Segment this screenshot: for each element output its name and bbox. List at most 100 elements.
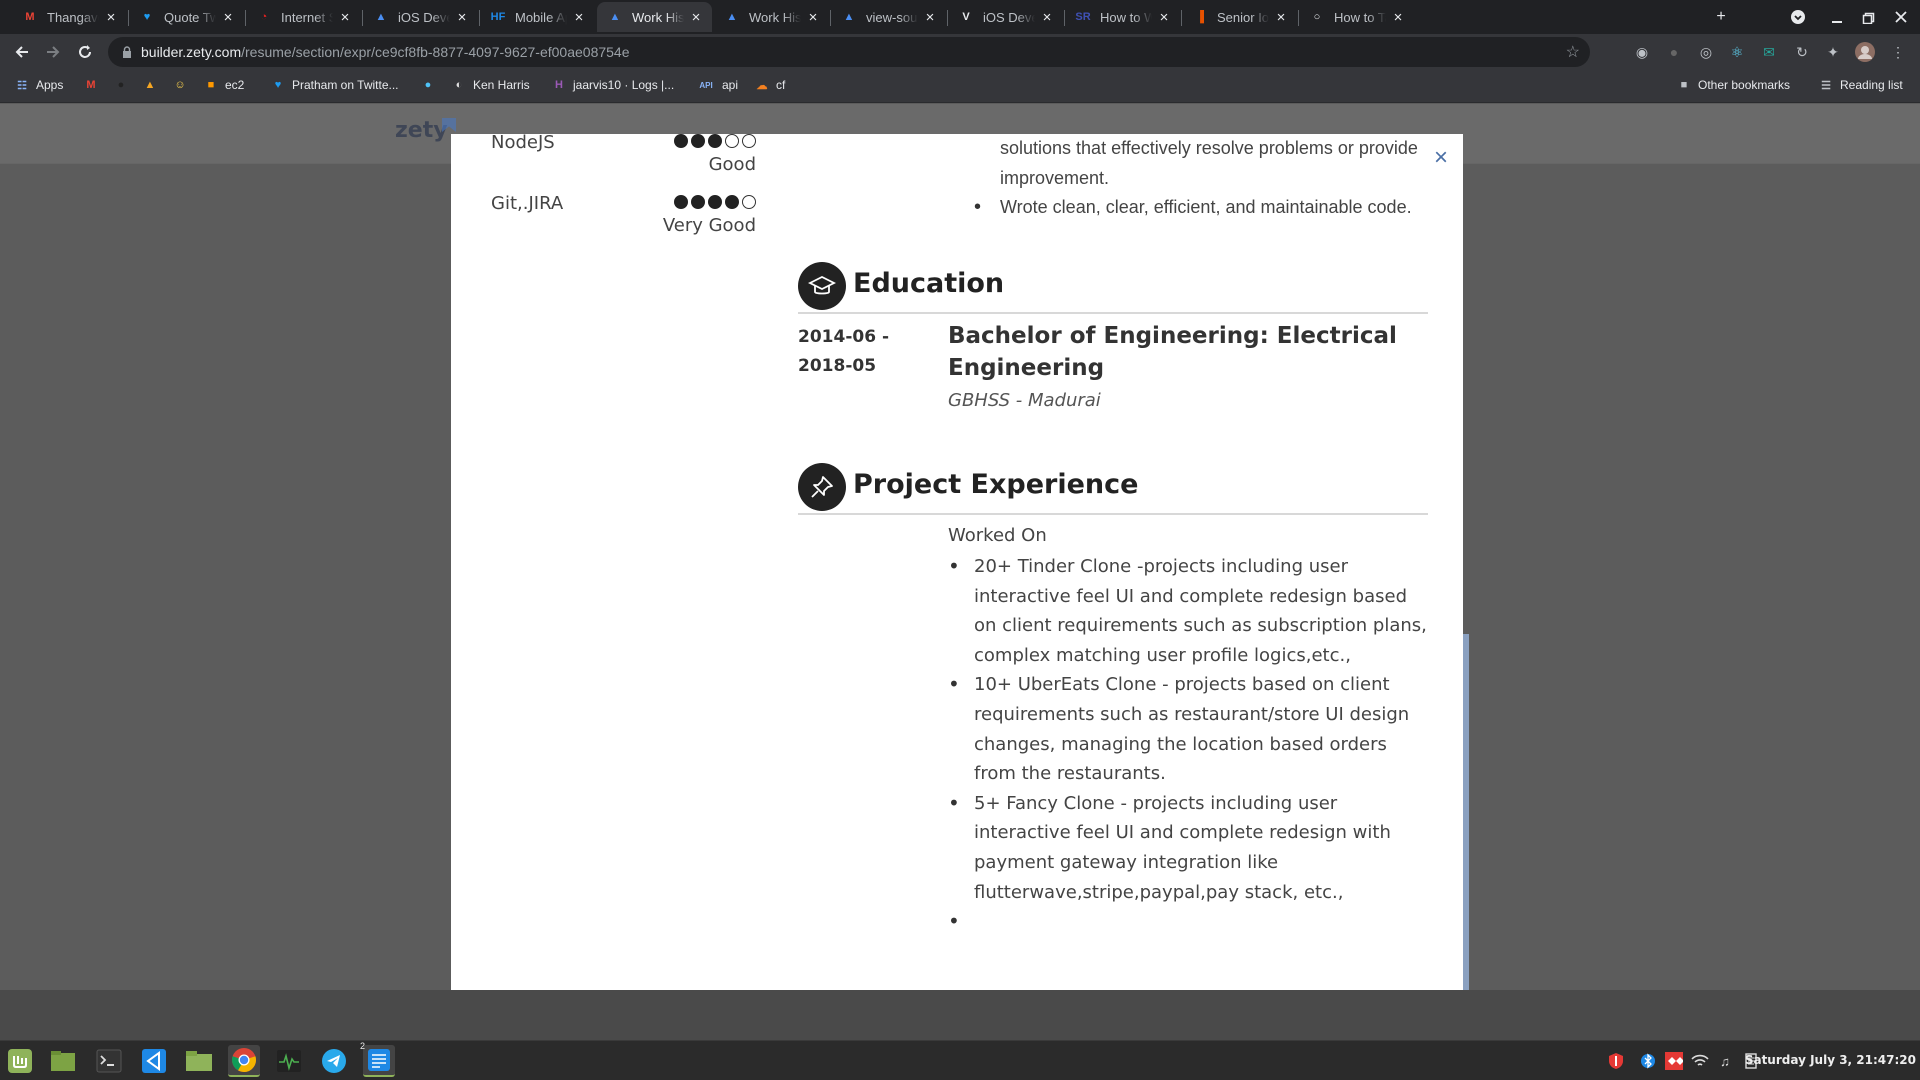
extension-circle-icon[interactable]: ◉ [1632, 42, 1652, 62]
work-bullet-continuation: solutions that effectively resolve probl… [1000, 138, 1418, 188]
new-tab-button[interactable]: + [1709, 5, 1733, 29]
zety-logo-mark [442, 118, 456, 132]
forward-icon[interactable] [40, 39, 66, 65]
project-item: 10+ UberEats Clone - projects based on c… [948, 670, 1428, 788]
minimize-icon[interactable] [1825, 5, 1849, 29]
lock-icon[interactable] [120, 45, 134, 59]
browser-menu-icon[interactable]: ⋮ [1888, 42, 1908, 62]
system-monitor-icon[interactable] [273, 1045, 305, 1077]
tab-close-icon[interactable]: × [1039, 9, 1055, 26]
tab-close-icon[interactable]: × [220, 9, 236, 26]
v-icon: V [962, 11, 970, 23]
bookmark-item[interactable]: ☁ cf [754, 77, 786, 93]
browser-tab[interactable]: M Thangavel | F× [12, 2, 127, 32]
scrollbar-thumb[interactable] [1463, 634, 1469, 994]
rating-dot-filled [725, 195, 739, 209]
section-title: Education [853, 268, 1005, 299]
cloudflare-icon: ☁ [756, 79, 768, 92]
wifi-icon[interactable] [1691, 1052, 1709, 1070]
clock[interactable]: Saturday July 3, 21:47:20 [1745, 1053, 1916, 1067]
extension-dark-icon[interactable]: ● [1664, 42, 1684, 62]
bookmark-item[interactable]: ■ ec2 [203, 77, 245, 93]
bookmark-item[interactable]: ◐ Ken Harris [451, 77, 530, 93]
browser-tab[interactable]: ▲ Work History× [597, 2, 712, 32]
browser-tab[interactable]: SR How to Write× [1065, 2, 1180, 32]
address-bar[interactable]: builder.zety.com/resume/section/expr/ce9… [108, 37, 1590, 67]
tab-close-icon[interactable]: × [805, 9, 821, 26]
browser-tab[interactable]: ViOS Develope× [948, 2, 1063, 32]
back-icon[interactable] [9, 39, 35, 65]
mint-menu-icon[interactable] [4, 1045, 36, 1077]
tab-close-icon[interactable]: × [571, 9, 587, 26]
chrome-icon[interactable] [228, 1045, 260, 1077]
zety-icon: ▲ [375, 11, 387, 23]
restore-icon[interactable] [1857, 5, 1881, 29]
extensions-puzzle-icon[interactable]: ✦ [1823, 42, 1843, 62]
shield-icon[interactable] [1607, 1052, 1625, 1070]
education-date-end: 2018-05 [798, 356, 877, 376]
tab-close-icon[interactable]: × [337, 9, 353, 26]
twitter-icon: ♥ [274, 79, 282, 91]
profile-avatar[interactable] [1855, 42, 1875, 62]
tab-title: Thangavel | F [47, 9, 99, 25]
zety-logo: zety [395, 118, 448, 143]
reading-list[interactable]: ☰ Reading list [1818, 77, 1903, 93]
bookmark-star-icon[interactable]: ☆ [1566, 42, 1580, 62]
browser-tab[interactable]: ○ How to Take S× [1299, 2, 1414, 32]
anydesk-icon[interactable] [1665, 1052, 1683, 1070]
tab-close-icon[interactable]: × [103, 9, 119, 26]
rating-dot-filled [674, 134, 688, 148]
files-icon[interactable] [183, 1045, 215, 1077]
bookmark-item[interactable]: ● [420, 77, 442, 93]
bookmark-label: Pratham on Twitte... [292, 78, 399, 92]
rating-dot-filled [691, 134, 705, 148]
bookmark-item[interactable]: ☺ [172, 77, 194, 93]
music-note-icon[interactable]: ♫ [1716, 1052, 1734, 1070]
browser-tab[interactable]: HF Mobile Applic× [480, 2, 595, 32]
bookmark-item[interactable]: Hjaarvis10 · Logs |... [551, 77, 674, 93]
terminal-icon[interactable] [93, 1045, 125, 1077]
extension-mail-icon[interactable]: ✉ [1759, 42, 1779, 62]
text-editor-icon[interactable]: 2 [360, 1041, 395, 1077]
tab-close-icon[interactable]: × [922, 9, 938, 26]
bookmark-item[interactable]: ▲ [142, 77, 164, 93]
tab-close-icon[interactable]: × [688, 9, 704, 26]
extension-target-icon[interactable]: ◎ [1696, 42, 1716, 62]
tab-close-icon[interactable]: × [1390, 9, 1406, 26]
other-bookmarks[interactable]: ■ Other bookmarks [1676, 77, 1790, 93]
url-path: /resume/section/expr/ce9cf8fb-8877-4097-… [241, 44, 630, 60]
telegram-icon[interactable] [318, 1045, 350, 1077]
bookmarks-bar: ■ Other bookmarks ☰ Reading list ☷ Apps M ●… [0, 70, 1920, 103]
bookmark-item[interactable]: ♥ Pratham on Twitte... [270, 77, 399, 93]
education-section-header: Education [798, 262, 1428, 314]
bookmark-item[interactable]: ☷ Apps [14, 77, 63, 93]
close-window-icon[interactable] [1889, 5, 1913, 29]
browser-tab[interactable]: ▲ iOS Develope× [363, 2, 478, 32]
bookmark-item[interactable]: M [83, 77, 105, 93]
reload-icon[interactable] [72, 39, 98, 65]
browser-tab[interactable]: ▐ Senior Ios De× [1182, 2, 1297, 32]
show-desktop-icon[interactable] [47, 1045, 79, 1077]
browser-tab[interactable]: ▲ Work History× [714, 2, 829, 32]
vscode-icon[interactable] [138, 1045, 170, 1077]
url-text[interactable]: builder.zety.com/resume/section/expr/ce9… [141, 44, 630, 60]
bookmark-item[interactable]: ● [113, 77, 135, 93]
browser-tab[interactable]: ♥ Quote Tweets× [129, 2, 244, 32]
education-date-start: 2014-06 - [798, 327, 890, 347]
tab-search-icon[interactable] [1786, 5, 1810, 29]
rating-dot-empty [742, 134, 756, 148]
globe-icon: ○ [1313, 11, 1321, 23]
tab-close-icon[interactable]: × [454, 9, 470, 26]
section-title: Project Experience [853, 469, 1139, 500]
bookmark-label: api [722, 78, 739, 92]
bookmark-item[interactable]: API api [696, 77, 738, 93]
browser-tab[interactable]: ▲ view-source:h× [831, 2, 946, 32]
tab-close-icon[interactable]: × [1156, 9, 1172, 26]
react-devtools-icon[interactable]: ⚛ [1727, 42, 1747, 62]
extension-sync-icon[interactable]: ↻ [1792, 42, 1812, 62]
rating-dot-filled [674, 195, 688, 209]
browser-tab[interactable]: ◔ Internet Spee× [246, 2, 361, 32]
bluetooth-icon[interactable] [1639, 1052, 1657, 1070]
zety-icon: ▲ [726, 11, 738, 23]
tab-close-icon[interactable]: × [1273, 9, 1289, 26]
